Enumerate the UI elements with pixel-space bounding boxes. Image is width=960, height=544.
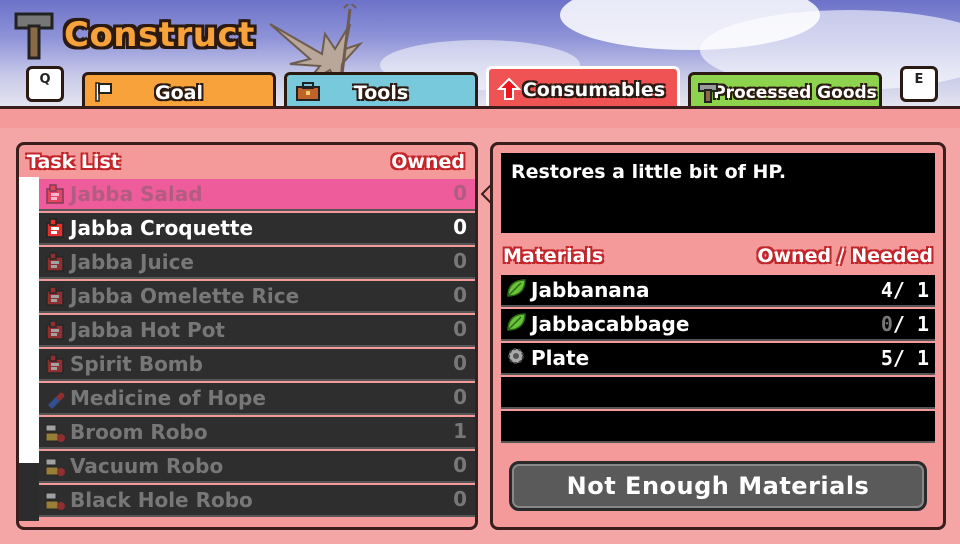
task-row[interactable]: Jabba Salad 0 bbox=[39, 179, 475, 211]
task-list-title: Task List bbox=[27, 151, 120, 173]
task-name: Medicine of Hope bbox=[70, 386, 266, 410]
hammer-icon bbox=[14, 12, 54, 60]
key-q-button[interactable]: Q bbox=[26, 66, 64, 102]
task-row[interactable]: Vacuum Robo 0 bbox=[39, 451, 475, 483]
material-owned: 4 bbox=[880, 278, 893, 302]
up-arrow-icon bbox=[497, 77, 521, 100]
robo-icon bbox=[42, 487, 68, 513]
page-title: Construct bbox=[14, 10, 255, 60]
key-e-label: E bbox=[914, 72, 924, 87]
robo-icon bbox=[42, 453, 68, 479]
recipe-icon bbox=[42, 351, 68, 377]
key-e-button[interactable]: E bbox=[900, 66, 938, 102]
task-row[interactable]: Broom Robo 1 bbox=[39, 417, 475, 449]
task-row[interactable]: Jabba Hot Pot 0 bbox=[39, 315, 475, 347]
task-row[interactable]: Jabba Croquette 0 bbox=[39, 213, 475, 245]
task-list-panel: Task List Owned Jabba Salad 0 Jabba Croque… bbox=[16, 142, 478, 530]
recipe-icon bbox=[42, 283, 68, 309]
material-count: 5/ 1 bbox=[881, 346, 929, 370]
tab-tools-label: Tools bbox=[353, 81, 409, 104]
leaf-icon bbox=[505, 277, 527, 303]
key-q-label: Q bbox=[39, 72, 51, 87]
count-separator: / bbox=[892, 312, 917, 336]
tab-processed-goods-label: Processed Goods bbox=[713, 82, 877, 103]
task-owned-count: 0 bbox=[453, 249, 467, 273]
material-owned: 5 bbox=[880, 346, 893, 370]
task-owned-count: 0 bbox=[453, 351, 467, 375]
task-list-scroll-thumb[interactable] bbox=[19, 177, 39, 463]
task-row[interactable]: Spirit Bomb 0 bbox=[39, 349, 475, 381]
owned-needed-header: Owned / Needed bbox=[757, 245, 933, 267]
task-name: Jabba Hot Pot bbox=[70, 318, 225, 342]
task-name: Jabba Salad bbox=[70, 182, 203, 206]
tab-goal-label: Goal bbox=[155, 81, 203, 104]
task-owned-count: 0 bbox=[453, 283, 467, 307]
tab-goal[interactable]: Goal bbox=[82, 72, 276, 110]
material-name: Jabbacabbage bbox=[531, 312, 690, 336]
material-row-empty bbox=[501, 411, 935, 443]
gear-icon bbox=[505, 345, 527, 371]
material-name: Jabbanana bbox=[531, 278, 650, 302]
item-description: Restores a little bit of HP. bbox=[501, 153, 935, 233]
task-name: Spirit Bomb bbox=[70, 352, 203, 376]
material-owned: 0 bbox=[880, 312, 893, 336]
task-owned-count: 0 bbox=[453, 181, 467, 205]
task-owned-count: 0 bbox=[453, 487, 467, 511]
task-list-scrollbar[interactable] bbox=[19, 177, 39, 521]
tab-consumables[interactable]: Consumables bbox=[486, 66, 680, 110]
tab-consumables-label: Consumables bbox=[522, 78, 666, 101]
craft-button[interactable]: Not Enough Materials bbox=[509, 461, 927, 511]
task-owned-count: 1 bbox=[453, 419, 467, 443]
material-count: 0/ 1 bbox=[881, 312, 929, 336]
task-row[interactable]: Jabba Omelette Rice 0 bbox=[39, 281, 475, 313]
capsule-icon bbox=[42, 385, 68, 411]
leaf-icon bbox=[505, 311, 527, 337]
tab-tools[interactable]: Tools bbox=[284, 72, 478, 110]
material-name: Plate bbox=[531, 346, 590, 370]
material-row: Jabbacabbage 0/ 1 bbox=[501, 309, 935, 341]
hammer-icon bbox=[698, 83, 718, 103]
craft-button-label: Not Enough Materials bbox=[566, 472, 870, 500]
task-owned-count: 0 bbox=[453, 385, 467, 409]
material-needed: 1 bbox=[916, 312, 929, 336]
material-row: Jabbanana 4/ 1 bbox=[501, 275, 935, 307]
task-name: Jabba Croquette bbox=[70, 216, 254, 240]
task-row[interactable]: Medicine of Hope 0 bbox=[39, 383, 475, 415]
item-description-text: Restores a little bit of HP. bbox=[511, 161, 787, 183]
task-owned-count: 0 bbox=[453, 453, 467, 477]
material-needed: 1 bbox=[916, 346, 929, 370]
count-separator: / bbox=[892, 278, 917, 302]
title-text: Construct bbox=[64, 15, 255, 55]
recipe-icon bbox=[42, 181, 68, 207]
task-owned-count: 0 bbox=[453, 317, 467, 341]
tab-bar-strip bbox=[0, 106, 960, 128]
task-name: Jabba Omelette Rice bbox=[70, 284, 300, 308]
tab-processed-goods[interactable]: Processed Goods bbox=[688, 72, 882, 110]
material-row: Plate 5/ 1 bbox=[501, 343, 935, 375]
owned-header: Owned bbox=[391, 151, 465, 173]
toolbox-icon bbox=[296, 82, 320, 101]
materials-header: Materials bbox=[503, 245, 604, 267]
flag-icon bbox=[95, 82, 112, 102]
recipe-icon bbox=[42, 317, 68, 343]
material-row-empty bbox=[501, 377, 935, 409]
task-row[interactable]: Black Hole Robo 0 bbox=[39, 485, 475, 517]
task-name: Jabba Juice bbox=[70, 250, 194, 274]
task-name: Broom Robo bbox=[70, 420, 208, 444]
count-separator: / bbox=[892, 346, 917, 370]
task-owned-count: 0 bbox=[453, 215, 467, 239]
recipe-icon bbox=[42, 215, 68, 241]
material-count: 4/ 1 bbox=[881, 278, 929, 302]
material-needed: 1 bbox=[916, 278, 929, 302]
task-row[interactable]: Jabba Juice 0 bbox=[39, 247, 475, 279]
recipe-icon bbox=[42, 249, 68, 275]
task-name: Black Hole Robo bbox=[70, 488, 253, 512]
task-name: Vacuum Robo bbox=[70, 454, 224, 478]
detail-panel: Restores a little bit of HP. Materials O… bbox=[490, 142, 946, 530]
robo-icon bbox=[42, 419, 68, 445]
